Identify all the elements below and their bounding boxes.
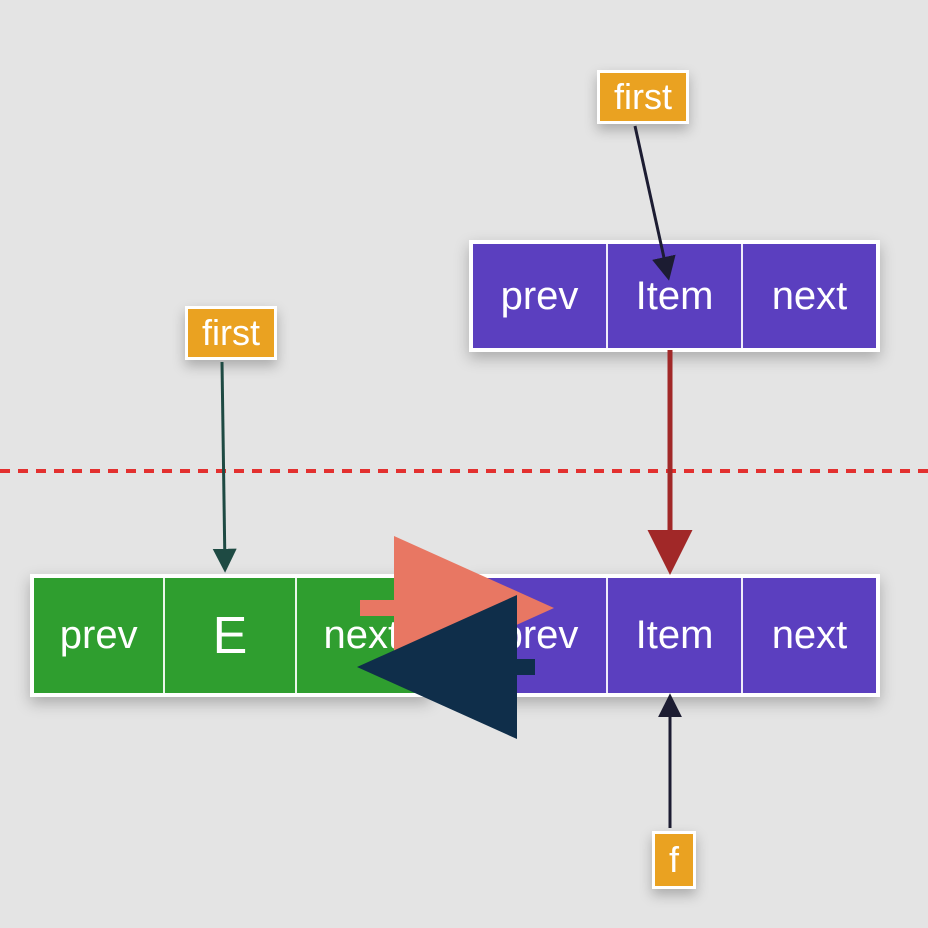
diagram: first first prev Item next prev E next p… (0, 0, 928, 928)
first-label-top-right: first (597, 70, 689, 124)
cell-prev: prev (34, 578, 163, 693)
f-label-bottom: f (652, 831, 696, 889)
cell-item: Item (606, 244, 741, 348)
arrows-layer (0, 0, 928, 928)
arrow-first-to-green-node (222, 362, 225, 568)
cell-next: next (741, 244, 876, 348)
node-green-e: prev E next (30, 574, 430, 697)
text-item: Item (636, 274, 714, 319)
text-prev: prev (60, 613, 138, 658)
text-prev: prev (501, 274, 579, 319)
cell-item: Item (606, 578, 741, 693)
text-next: next (324, 613, 400, 658)
cell-prev: prev (473, 244, 606, 348)
cell-next: next (295, 578, 426, 693)
first-label-text: first (614, 76, 672, 117)
node-bottom-purple: prev Item next (469, 574, 880, 697)
cell-next: next (741, 578, 876, 693)
text-next: next (772, 613, 848, 658)
node-top-purple: prev Item next (469, 240, 880, 352)
text-item: E (213, 606, 248, 666)
cell-prev: prev (473, 578, 606, 693)
first-label-mid-left: first (185, 306, 277, 360)
text-item: Item (636, 613, 714, 658)
text-next: next (772, 274, 848, 319)
first-label-text: first (202, 312, 260, 353)
cell-item: E (163, 578, 294, 693)
text-prev: prev (501, 613, 579, 658)
f-label-text: f (669, 839, 679, 880)
